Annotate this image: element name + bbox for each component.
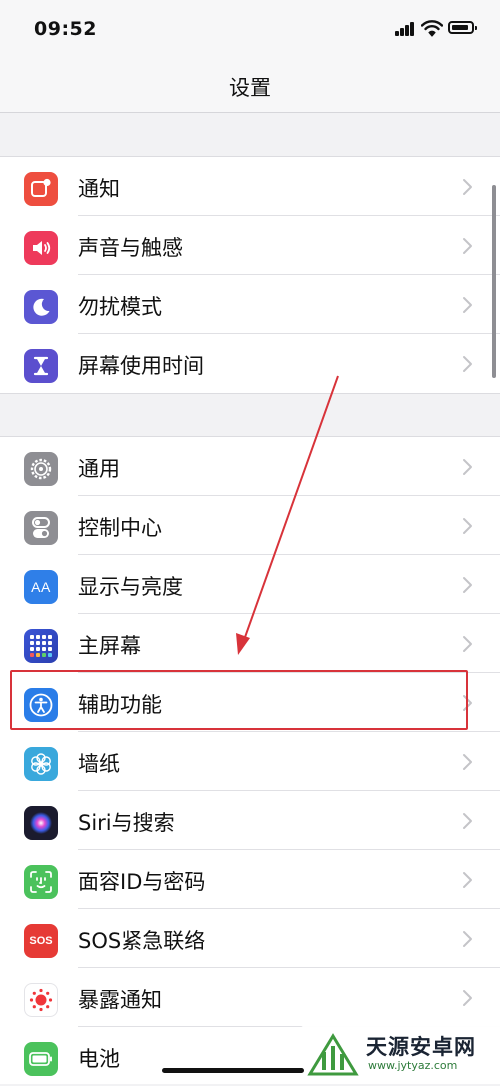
- chevron-right-icon: [463, 990, 472, 1006]
- settings-row-do-not-disturb[interactable]: 勿扰模式: [0, 275, 500, 334]
- settings-row-label: 声音与触感: [78, 236, 183, 260]
- settings-row-screen-time[interactable]: 屏幕使用时间: [0, 334, 500, 393]
- chevron-right-icon: [463, 813, 472, 829]
- chevron-right-icon: [463, 356, 472, 372]
- settings-row-label: 通知: [78, 177, 120, 201]
- chevron-right-icon: [463, 754, 472, 770]
- settings-row-label: 墙纸: [78, 752, 120, 776]
- status-time: 09:52: [34, 18, 97, 40]
- chevron-right-icon: [463, 518, 472, 534]
- nav-bar: 设置: [0, 60, 500, 113]
- home-screen-icon: [24, 629, 58, 663]
- sos-icon: SOS: [24, 924, 58, 958]
- settings-group-2: 通用 控制中心 AA 显示与亮度 主屏幕 辅助功能 墙纸 Siri与搜索 面容I…: [0, 436, 500, 1084]
- settings-row-emergency-sos[interactable]: SOS SOS紧急联络: [0, 909, 500, 968]
- hourglass-icon: [24, 349, 58, 383]
- settings-row-label: 主屏幕: [78, 634, 141, 658]
- face-id-icon: [24, 865, 58, 899]
- chevron-right-icon: [463, 238, 472, 254]
- settings-row-control-center[interactable]: 控制中心: [0, 496, 500, 555]
- exposure-icon: [24, 983, 58, 1017]
- settings-row-home-screen[interactable]: 主屏幕: [0, 614, 500, 673]
- watermark-logo-icon: [307, 1033, 359, 1076]
- settings-row-label: 屏幕使用时间: [78, 354, 204, 378]
- settings-row-label: 控制中心: [78, 516, 162, 540]
- settings-row-label: 暴露通知: [78, 988, 162, 1012]
- chevron-right-icon: [463, 179, 472, 195]
- home-indicator[interactable]: [162, 1068, 304, 1073]
- settings-row-label: 电池: [78, 1047, 120, 1071]
- siri-icon: [24, 806, 58, 840]
- settings-row-sounds[interactable]: 声音与触感: [0, 216, 500, 275]
- watermark-url: www.jytyaz.com: [368, 1059, 458, 1072]
- settings-row-label: 通用: [78, 457, 120, 481]
- status-bar: 09:52: [0, 0, 500, 60]
- settings-row-exposure-notifications[interactable]: 暴露通知: [0, 968, 500, 1027]
- wallpaper-icon: [24, 747, 58, 781]
- settings-row-display-brightness[interactable]: AA 显示与亮度: [0, 555, 500, 614]
- settings-row-general[interactable]: 通用: [0, 437, 500, 496]
- settings-row-label: 勿扰模式: [78, 295, 162, 319]
- settings-row-label: 面容ID与密码: [78, 870, 206, 894]
- chevron-right-icon: [463, 636, 472, 652]
- settings-row-siri-search[interactable]: Siri与搜索: [0, 791, 500, 850]
- settings-row-label: 显示与亮度: [78, 575, 183, 599]
- highlight-box: [10, 670, 468, 730]
- scrollbar[interactable]: [492, 185, 496, 378]
- moon-icon: [24, 290, 58, 324]
- battery-status-icon: [448, 21, 477, 34]
- settings-group-1: 通知 声音与触感 勿扰模式 屏幕使用时间: [0, 156, 500, 394]
- settings-row-notifications[interactable]: 通知: [0, 157, 500, 216]
- settings-row-label: SOS紧急联络: [78, 929, 206, 953]
- chevron-right-icon: [463, 872, 472, 888]
- chevron-right-icon: [463, 931, 472, 947]
- page-title: 设置: [229, 76, 271, 100]
- gear-icon: [24, 452, 58, 486]
- toggles-icon: [24, 511, 58, 545]
- settings-row-wallpaper[interactable]: 墙纸: [0, 732, 500, 791]
- notification-icon: [24, 172, 58, 206]
- wifi-icon: [421, 20, 443, 37]
- display-icon: AA: [24, 570, 58, 604]
- cellular-signal-icon: [395, 22, 415, 36]
- sound-icon: [24, 231, 58, 265]
- chevron-right-icon: [463, 459, 472, 475]
- battery-icon: [24, 1042, 58, 1076]
- settings-row-face-id[interactable]: 面容ID与密码: [0, 850, 500, 909]
- settings-row-label: Siri与搜索: [78, 811, 175, 835]
- sos-icon-text: SOS: [29, 935, 53, 947]
- chevron-right-icon: [463, 577, 472, 593]
- chevron-right-icon: [463, 297, 472, 313]
- display-icon-text: AA: [31, 579, 51, 595]
- watermark-name: 天源安卓网: [366, 1035, 476, 1059]
